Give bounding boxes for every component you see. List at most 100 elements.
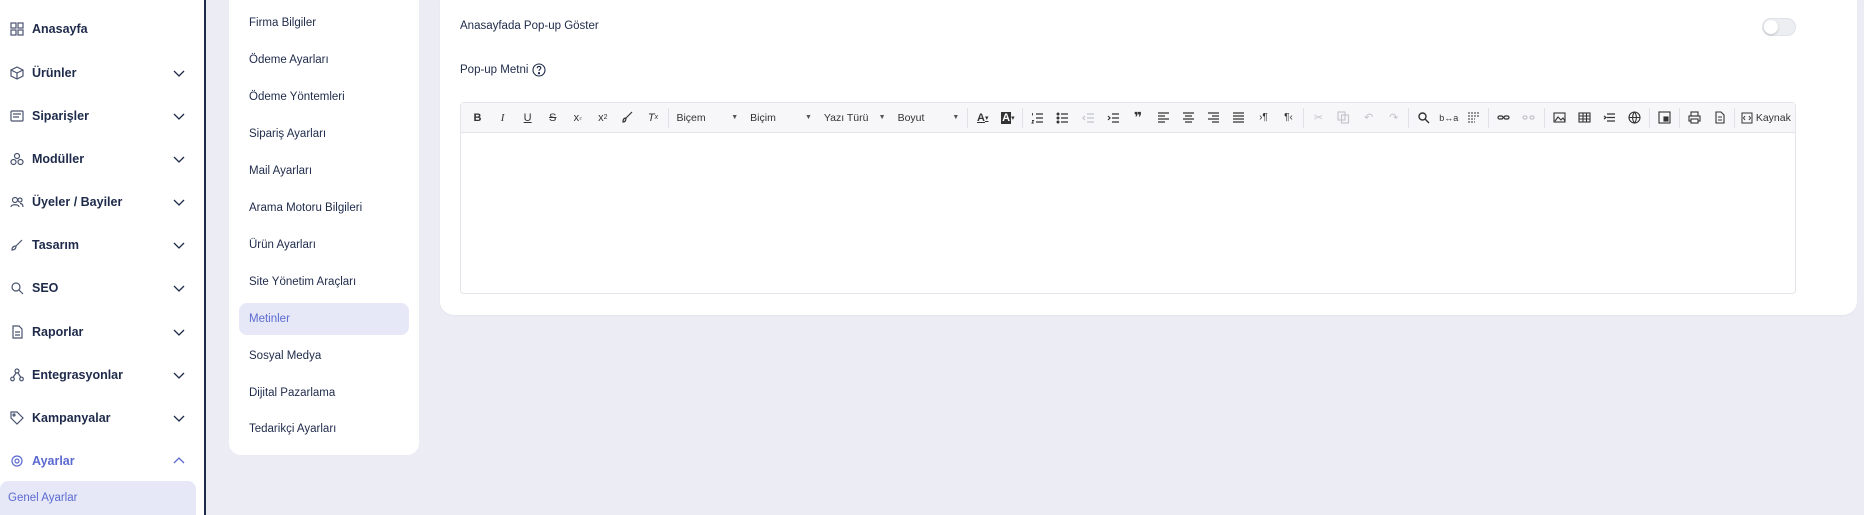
horizontal-line-icon[interactable] bbox=[1597, 106, 1622, 130]
toolbar-separator bbox=[1648, 107, 1650, 128]
toolbar-separator bbox=[1678, 107, 1680, 128]
align-left-icon[interactable] bbox=[1151, 106, 1176, 130]
sidebar-item-uyeler-bayiler[interactable]: Üyeler / Bayiler bbox=[0, 187, 204, 217]
image-icon[interactable] bbox=[1546, 106, 1571, 130]
sidebar-item-label: Entegrasyonlar bbox=[32, 368, 124, 382]
settings-menu-item[interactable]: Ödeme Yöntemleri bbox=[239, 81, 409, 113]
superscript-button[interactable]: x2 bbox=[590, 106, 615, 130]
settings-menu-item[interactable]: Mail Ayarları bbox=[239, 155, 409, 187]
replace-icon[interactable]: b↔a bbox=[1436, 106, 1461, 130]
settings-menu-item[interactable]: Tedarikçi Ayarları bbox=[239, 413, 409, 445]
settings-menu-item[interactable]: Sipariş Ayarları bbox=[239, 118, 409, 150]
rich-text-editor: B I U S x₂ x2 Tx Biçem ▼ Biçim ▼ Yazı Türü… bbox=[460, 102, 1796, 294]
popup-toggle-label: Anasayfada Pop-up Göster bbox=[460, 20, 599, 32]
maximize-icon[interactable] bbox=[1652, 106, 1677, 130]
underline-button[interactable]: U bbox=[515, 106, 540, 130]
align-right-icon[interactable] bbox=[1201, 106, 1226, 130]
editor-toolbar: B I U S x₂ x2 Tx Biçem ▼ Biçim ▼ Yazı Türü… bbox=[461, 103, 1795, 133]
sidebar-item-kampanyalar[interactable]: Kampanyalar bbox=[0, 403, 204, 433]
indent-icon[interactable] bbox=[1101, 106, 1126, 130]
sidebar-item-label: Kampanyalar bbox=[32, 411, 111, 425]
chevron-down-icon bbox=[172, 411, 186, 425]
style-select-label: Biçem bbox=[676, 111, 706, 124]
bold-button[interactable]: B bbox=[465, 106, 490, 130]
size-select-label: Boyut bbox=[897, 111, 925, 124]
font-select[interactable]: Yazı Türü ▼ bbox=[818, 106, 892, 130]
table-icon[interactable] bbox=[1572, 106, 1597, 130]
bulleted-list-icon[interactable] bbox=[1050, 106, 1075, 130]
tag-icon bbox=[10, 411, 24, 425]
style-select[interactable]: Biçem ▼ bbox=[670, 106, 744, 130]
cut-icon[interactable]: ✂ bbox=[1306, 106, 1331, 130]
undo-icon[interactable]: ↶ bbox=[1356, 106, 1381, 130]
text-direction-rtl-icon[interactable]: ¶‹ bbox=[1276, 106, 1301, 130]
blockquote-icon[interactable]: ❞ bbox=[1126, 106, 1151, 130]
find-icon[interactable] bbox=[1411, 106, 1436, 130]
sidebar-item-anasayfa[interactable]: Anasayfa bbox=[0, 14, 204, 44]
format-select[interactable]: Biçim ▼ bbox=[744, 106, 818, 130]
source-button-label: Kaynak bbox=[1755, 111, 1791, 124]
align-center-icon[interactable] bbox=[1176, 106, 1201, 130]
unlink-icon[interactable] bbox=[1516, 106, 1541, 130]
sidebar-item-moduller[interactable]: Modüller bbox=[0, 144, 204, 174]
sidebar-item-label: Siparişler bbox=[32, 109, 89, 123]
link-icon[interactable] bbox=[1491, 106, 1516, 130]
editor-content-area[interactable] bbox=[461, 133, 1795, 293]
toolbar-separator bbox=[667, 107, 669, 128]
strikethrough-button[interactable]: S bbox=[540, 106, 565, 130]
sidebar-item-urunler[interactable]: Ürünler bbox=[0, 58, 204, 88]
sidebar-item-label: Ayarlar bbox=[32, 454, 75, 468]
numbered-list-icon[interactable] bbox=[1025, 106, 1050, 130]
toolbar-separator bbox=[1408, 107, 1410, 128]
popup-toggle-switch[interactable] bbox=[1762, 18, 1796, 36]
sidebar-subitem-genel-ayarlar[interactable]: Genel Ayarlar bbox=[0, 481, 196, 515]
settings-menu: Firma Bilgiler Ödeme Ayarları Ödeme Yönt… bbox=[229, 0, 419, 455]
modules-icon bbox=[10, 152, 24, 166]
italic-button[interactable]: I bbox=[490, 106, 515, 130]
settings-menu-item-active[interactable]: Metinler bbox=[239, 303, 409, 335]
align-justify-icon[interactable] bbox=[1226, 106, 1251, 130]
toolbar-separator bbox=[1022, 107, 1024, 128]
chevron-down-icon: ▼ bbox=[878, 114, 886, 121]
integration-icon bbox=[10, 368, 24, 382]
text-color-icon[interactable]: A ▾ bbox=[970, 106, 995, 130]
preview-document-icon[interactable] bbox=[1707, 106, 1732, 130]
chevron-down-icon bbox=[172, 325, 186, 339]
copy-icon[interactable] bbox=[1331, 106, 1356, 130]
popup-text-label: Pop-up Metni bbox=[460, 64, 529, 76]
background-color-icon[interactable]: A ▾ bbox=[995, 106, 1020, 130]
sidebar-item-ayarlar[interactable]: Ayarlar bbox=[0, 446, 204, 476]
settings-menu-item[interactable]: Arama Motoru Bilgileri bbox=[239, 192, 409, 224]
toolbar-separator bbox=[1303, 107, 1304, 128]
sidebar-item-raporlar[interactable]: Raporlar bbox=[0, 317, 204, 347]
sidebar-item-siparisler[interactable]: Siparişler bbox=[0, 101, 204, 131]
settings-menu-item[interactable]: Dijital Pazarlama bbox=[239, 377, 409, 409]
settings-menu-item[interactable]: Ürün Ayarları bbox=[239, 229, 409, 261]
sidebar-item-label: Anasayfa bbox=[32, 22, 88, 36]
gear-icon bbox=[10, 454, 24, 468]
sidebar-item-tasarim[interactable]: Tasarım bbox=[0, 230, 204, 260]
text-direction-ltr-icon[interactable]: ›¶ bbox=[1251, 106, 1276, 130]
print-icon[interactable] bbox=[1682, 106, 1707, 130]
remove-format-icon[interactable]: Tx bbox=[640, 106, 665, 130]
settings-menu-item[interactable]: Firma Bilgiler bbox=[239, 7, 409, 39]
format-select-label: Biçim bbox=[750, 111, 776, 124]
redo-icon[interactable]: ↷ bbox=[1381, 106, 1406, 130]
format-painter-icon[interactable] bbox=[615, 106, 640, 130]
toggle-knob bbox=[1764, 20, 1778, 34]
help-circle-icon[interactable] bbox=[532, 63, 546, 77]
subscript-button[interactable]: x₂ bbox=[565, 106, 590, 130]
sidebar-item-label: Üyeler / Bayiler bbox=[32, 195, 123, 209]
iframe-globe-icon[interactable] bbox=[1622, 106, 1647, 130]
settings-menu-item[interactable]: Ödeme Ayarları bbox=[239, 44, 409, 76]
chevron-down-icon bbox=[172, 281, 186, 295]
sidebar-item-seo[interactable]: SEO bbox=[0, 273, 204, 303]
source-button[interactable]: Kaynak bbox=[1737, 106, 1795, 130]
settings-menu-item[interactable]: Sosyal Medya bbox=[239, 340, 409, 372]
settings-menu-item[interactable]: Site Yönetim Araçları bbox=[239, 266, 409, 298]
sidebar-item-entegrasyonlar[interactable]: Entegrasyonlar bbox=[0, 360, 204, 390]
font-select-label: Yazı Türü bbox=[823, 111, 869, 124]
select-all-icon[interactable] bbox=[1461, 106, 1486, 130]
size-select[interactable]: Boyut ▼ bbox=[892, 106, 966, 130]
outdent-icon[interactable] bbox=[1075, 106, 1100, 130]
